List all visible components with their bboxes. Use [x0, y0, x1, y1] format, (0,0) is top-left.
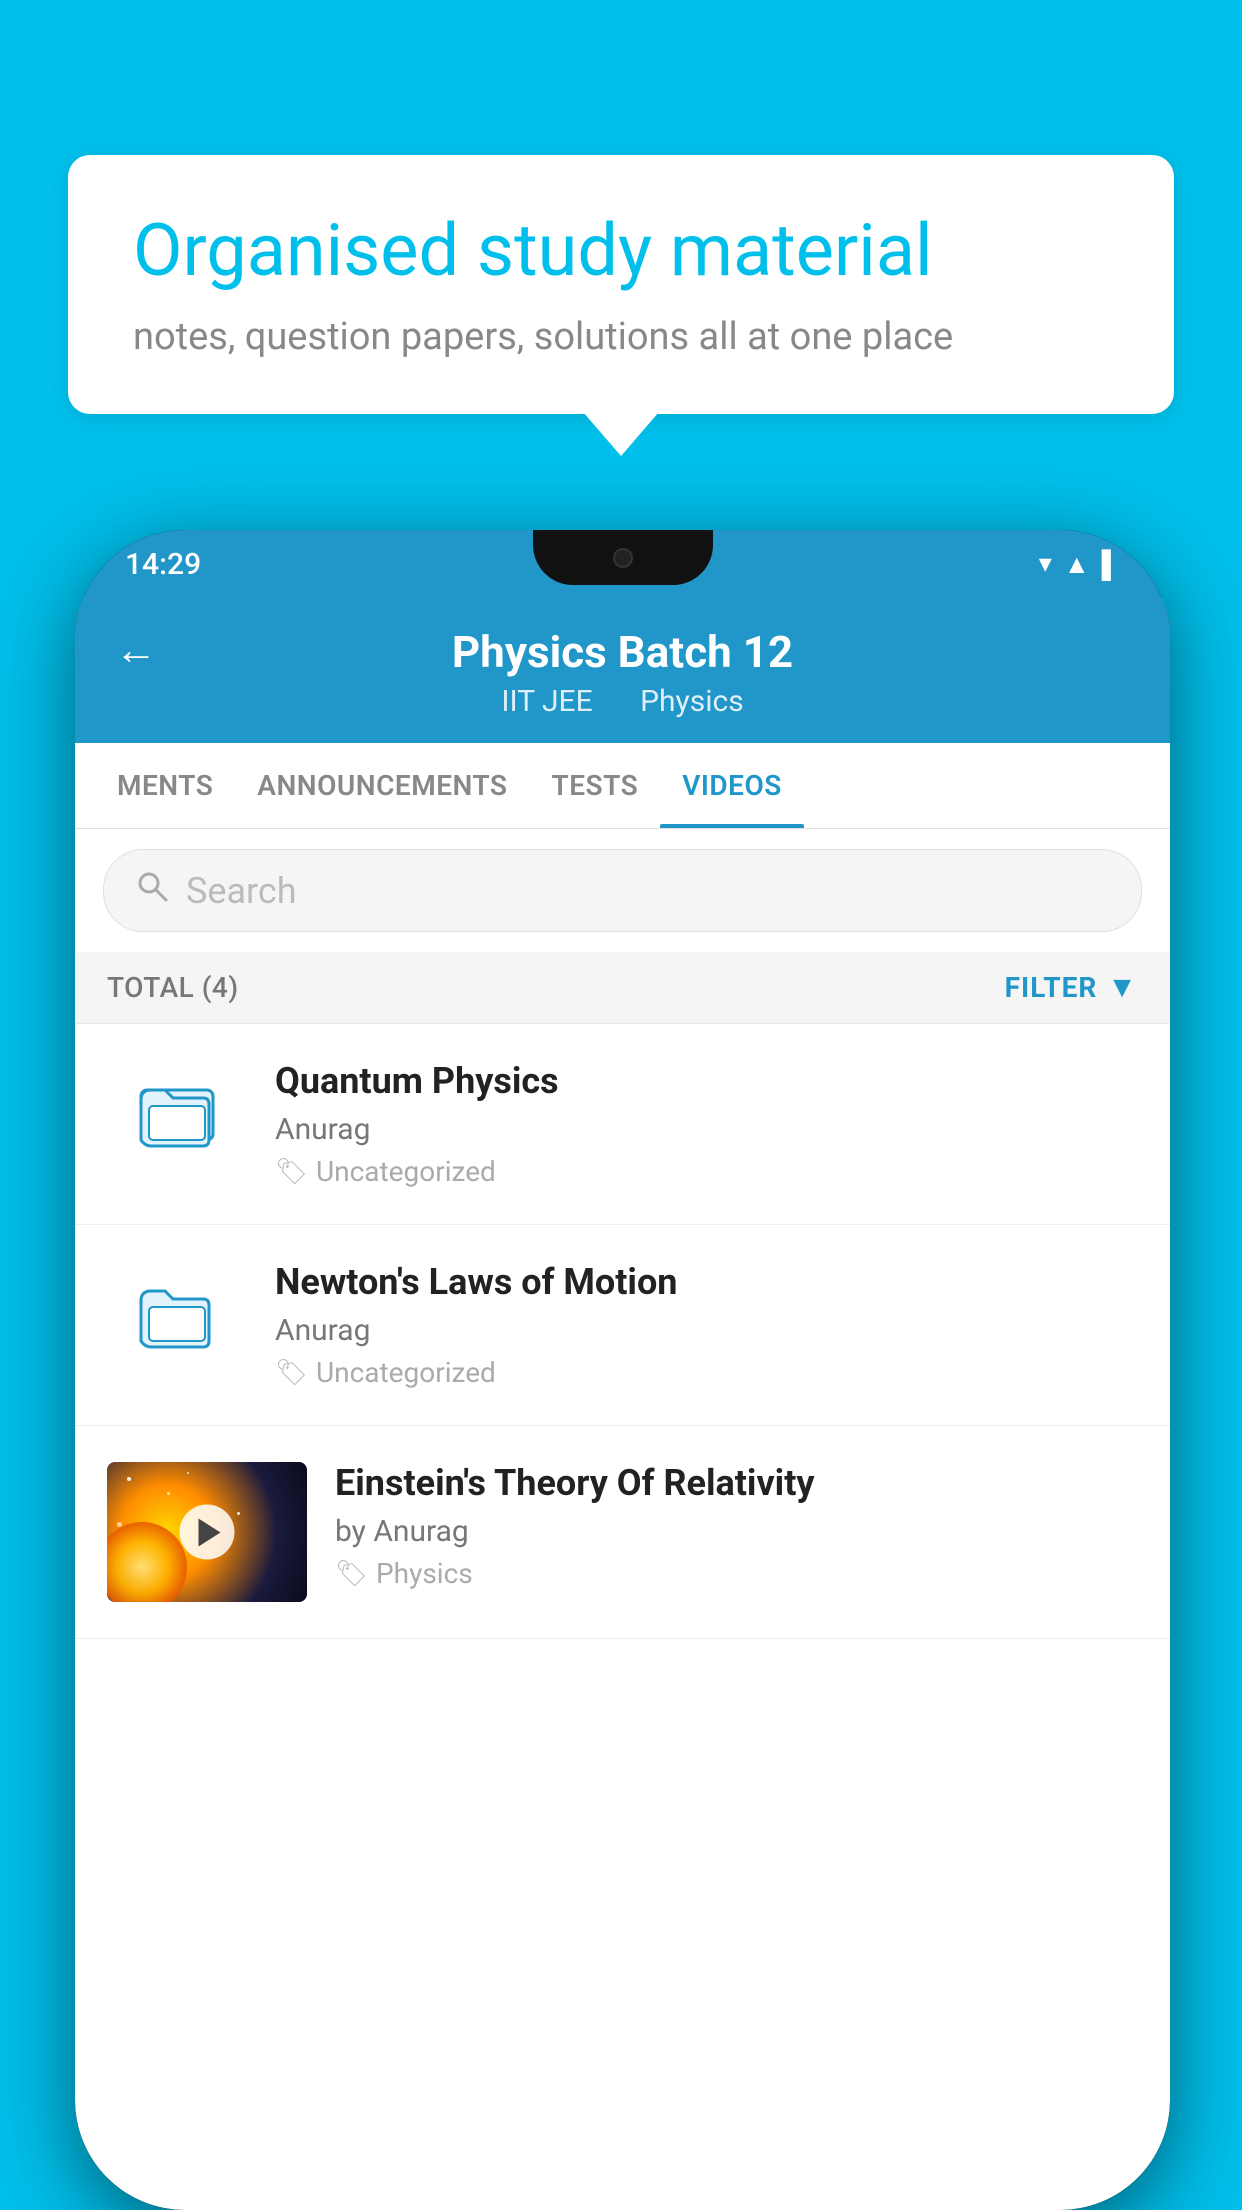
batch-title: Physics Batch 12 — [452, 626, 793, 678]
app-header: ← Physics Batch 12 IIT JEE Physics — [75, 598, 1170, 743]
status-bar: 14:29 ▾ ▲ ▌ — [75, 530, 1170, 598]
video-tag: 🏷 Uncategorized — [275, 1356, 1138, 1389]
speech-bubble-title: Organised study material — [133, 210, 1109, 293]
back-button[interactable]: ← — [115, 626, 157, 675]
video-author: Anurag — [275, 1313, 1138, 1348]
batch-category: IIT JEE — [501, 684, 592, 719]
filter-bar: TOTAL (4) FILTER ▼ — [75, 952, 1170, 1024]
video-tag: 🏷 Physics — [335, 1557, 1138, 1590]
total-count: TOTAL (4) — [107, 971, 239, 1004]
list-item[interactable]: Quantum Physics Anurag 🏷 Uncategorized — [75, 1024, 1170, 1225]
video-info: Quantum Physics Anurag 🏷 Uncategorized — [275, 1060, 1138, 1188]
video-info: Einstein's Theory Of Relativity by Anura… — [335, 1462, 1138, 1590]
tag-label: Uncategorized — [316, 1155, 496, 1188]
folder-icon — [107, 1261, 247, 1361]
video-author: by Anurag — [335, 1514, 1138, 1549]
batch-subject: Physics — [640, 684, 744, 719]
video-thumbnail — [107, 1462, 307, 1602]
tag-label: Uncategorized — [316, 1356, 496, 1389]
tabs-bar: MENTS ANNOUNCEMENTS TESTS VIDEOS — [75, 743, 1170, 829]
wifi-icon: ▾ — [1039, 549, 1052, 579]
status-time: 14:29 — [125, 547, 201, 582]
search-bar-container: Search — [75, 829, 1170, 952]
tag-label: Physics — [376, 1557, 473, 1590]
phone-notch — [533, 530, 713, 585]
camera — [613, 548, 633, 568]
tab-announcements[interactable]: ANNOUNCEMENTS — [235, 743, 529, 828]
play-icon — [198, 1518, 220, 1546]
filter-button[interactable]: FILTER ▼ — [1005, 970, 1138, 1005]
video-info: Newton's Laws of Motion Anurag 🏷 Uncateg… — [275, 1261, 1138, 1389]
speech-bubble-subtitle: notes, question papers, solutions all at… — [133, 315, 1109, 359]
folder-icon — [107, 1060, 247, 1160]
filter-icon: ▼ — [1107, 970, 1138, 1005]
phone-frame: 14:29 ▾ ▲ ▌ ← Physics Batch 12 IIT JEE P… — [75, 530, 1170, 2210]
battery-icon: ▌ — [1102, 549, 1120, 580]
tag-icon: 🏷 — [335, 1559, 368, 1589]
list-item[interactable]: Newton's Laws of Motion Anurag 🏷 Uncateg… — [75, 1225, 1170, 1426]
tag-icon: 🏷 — [275, 1358, 308, 1388]
tab-tests[interactable]: TESTS — [530, 743, 661, 828]
tab-videos[interactable]: VIDEOS — [660, 743, 804, 828]
tab-ments[interactable]: MENTS — [95, 743, 235, 828]
tag-icon: 🏷 — [275, 1157, 308, 1187]
video-author: Anurag — [275, 1112, 1138, 1147]
video-title: Quantum Physics — [275, 1060, 1138, 1102]
filter-label: FILTER — [1005, 971, 1098, 1004]
status-icons: ▾ ▲ ▌ — [1039, 549, 1120, 580]
video-list: Quantum Physics Anurag 🏷 Uncategorized — [75, 1024, 1170, 1639]
search-icon — [134, 868, 170, 913]
search-placeholder: Search — [186, 870, 297, 912]
video-tag: 🏷 Uncategorized — [275, 1155, 1138, 1188]
speech-bubble: Organised study material notes, question… — [68, 155, 1174, 414]
signal-icon: ▲ — [1064, 549, 1090, 580]
list-item[interactable]: Einstein's Theory Of Relativity by Anura… — [75, 1426, 1170, 1639]
video-title: Newton's Laws of Motion — [275, 1261, 1138, 1303]
play-button[interactable] — [180, 1505, 235, 1560]
phone-screen: ← Physics Batch 12 IIT JEE Physics MENTS… — [75, 598, 1170, 2210]
search-bar[interactable]: Search — [103, 849, 1142, 932]
batch-subtitle: IIT JEE Physics — [491, 684, 753, 719]
video-title: Einstein's Theory Of Relativity — [335, 1462, 1138, 1504]
